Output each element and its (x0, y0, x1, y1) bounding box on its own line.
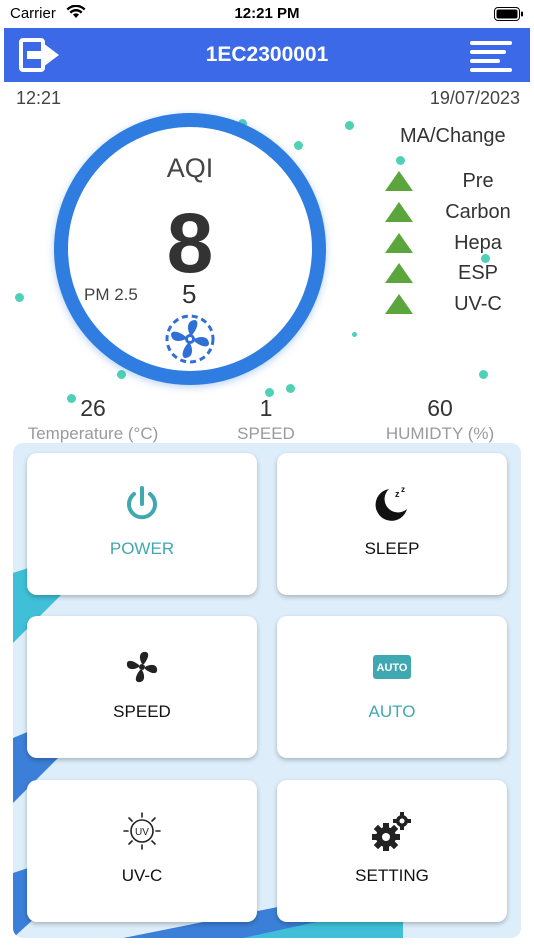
status-time: 12:21 PM (234, 5, 300, 22)
filter-status-title: MA/Change (400, 125, 506, 147)
filter-ok-triangle-icon (385, 263, 413, 283)
speed-stat: 1 SPEED (177, 395, 355, 444)
aqi-gauge: AQI 8 PM 2.5 5 (54, 113, 326, 385)
power-label: POWER (109, 539, 175, 558)
decor-dot (396, 156, 405, 165)
speed-label: SPEED (237, 424, 295, 443)
humidity-label: HUMIDTY (%) (385, 424, 495, 443)
power-icon (127, 486, 157, 520)
control-panel: POWER z z SLEEP SPEED AUTO AUTO UV UV-C … (13, 443, 521, 938)
filter-ok-triangle-icon (385, 233, 413, 253)
aqi-value: 8 (166, 196, 214, 290)
sleep-button[interactable]: z z SLEEP (277, 453, 507, 595)
temperature-value: 26 (80, 395, 106, 421)
filter-item-pre: Pre (380, 168, 520, 194)
temperature-label: Temperature (°C) (27, 424, 159, 443)
pm25-value: 5 (182, 279, 197, 309)
humidity-value: 60 (427, 395, 453, 421)
setting-label: SETTING (355, 866, 429, 885)
battery-icon (494, 7, 523, 21)
gears-icon (372, 812, 411, 851)
uvc-button[interactable]: UV UV-C (27, 780, 257, 922)
uv-icon: UV (123, 812, 161, 850)
speed-button[interactable]: SPEED (27, 616, 257, 758)
temperature-stat: 26 Temperature (°C) (4, 395, 182, 444)
menu-icon[interactable] (470, 40, 512, 72)
filter-name: Hepa (454, 232, 502, 254)
filter-item-uvc: UV-C (380, 291, 520, 317)
power-button[interactable]: POWER (27, 453, 257, 595)
filter-name: Pre (462, 170, 494, 192)
filter-ok-triangle-icon (385, 294, 413, 314)
decor-dot (294, 141, 303, 150)
svg-text:z: z (395, 489, 400, 499)
speed-value: 1 (259, 395, 273, 421)
status-bar: Carrier 12:21 PM (0, 0, 534, 26)
fan-status-icon (165, 314, 215, 364)
current-date: 19/07/2023 (429, 88, 520, 108)
humidity-stat: 60 HUMIDTY (%) (351, 395, 529, 444)
speed-button-label: SPEED (113, 702, 171, 721)
svg-text:UV: UV (135, 827, 149, 838)
pm25-label: PM 2.5 (84, 285, 138, 304)
filter-ok-triangle-icon (385, 171, 413, 191)
fan-icon (126, 651, 158, 683)
device-id-title: 1EC2300001 (205, 43, 329, 66)
filter-item-esp: ESP (380, 260, 520, 286)
auto-button[interactable]: AUTO AUTO (277, 616, 507, 758)
auto-label: AUTO (368, 702, 416, 721)
decor-dot (15, 293, 24, 302)
uvc-label: UV-C (121, 866, 163, 885)
filter-item-carbon: Carbon (380, 199, 520, 225)
decor-dot (352, 332, 357, 337)
decor-dot (479, 370, 488, 379)
setting-button[interactable]: SETTING (277, 780, 507, 922)
filter-name: Carbon (445, 201, 511, 223)
svg-text:z: z (401, 485, 405, 494)
sleep-label: SLEEP (364, 539, 420, 558)
svg-text:AUTO: AUTO (377, 662, 408, 674)
filter-name: ESP (457, 262, 499, 284)
filter-ok-triangle-icon (385, 202, 413, 222)
current-time: 12:21 (16, 88, 62, 108)
moon-icon: z z (375, 485, 407, 521)
filter-name: UV-C (454, 293, 502, 315)
aqi-label: AQI (166, 153, 214, 183)
filter-item-hepa: Hepa (380, 230, 520, 256)
decor-dot (286, 384, 295, 393)
app-header: 1EC2300001 (4, 28, 530, 82)
decor-dot (345, 121, 354, 130)
auto-icon: AUTO (373, 655, 411, 679)
decor-dot (117, 370, 126, 379)
